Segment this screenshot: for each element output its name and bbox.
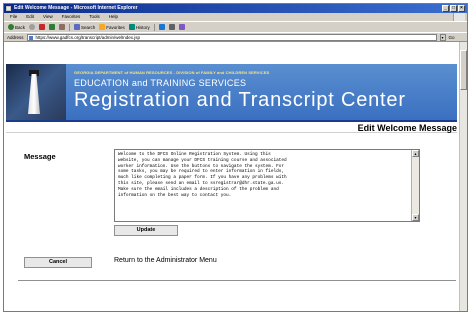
banner-subtitle: EDUCATION and TRAINING SERVICES [74, 78, 247, 88]
page-scrollbar[interactable] [459, 42, 467, 311]
mail-icon[interactable] [158, 24, 165, 30]
history-button[interactable]: History [128, 24, 150, 30]
menu-bar: File Edit View Favorites Tools Help [4, 13, 467, 21]
browser-window: Edit Welcome Message - Microsoft Interne… [3, 3, 468, 312]
page-title: Edit Welcome Message [357, 123, 457, 133]
cancel-button[interactable]: Cancel [24, 257, 92, 268]
menu-tools[interactable]: Tools [89, 13, 100, 21]
address-label: Address [7, 34, 24, 40]
section-header: Edit Welcome Message [6, 120, 457, 133]
title-bar: Edit Welcome Message - Microsoft Interne… [4, 4, 467, 13]
close-button[interactable]: × [458, 5, 465, 12]
favorites-icon [99, 24, 106, 30]
go-button[interactable]: Go [449, 35, 455, 40]
message-text[interactable]: Welcome to the DFCS Online Registration … [118, 152, 408, 198]
toolbar-separator [69, 23, 71, 31]
address-dropdown-button[interactable]: ▾ [439, 33, 446, 41]
home-icon[interactable] [59, 24, 66, 30]
windows-logo-icon [453, 13, 465, 21]
search-label: Search [81, 24, 96, 30]
toolbar-separator [153, 23, 155, 31]
back-arrow-icon [8, 24, 14, 30]
textarea-scrollbar[interactable]: ▴ ▾ [411, 150, 419, 221]
back-button[interactable]: Back [8, 24, 25, 30]
search-icon [74, 24, 81, 30]
favorites-label: Favorites [106, 24, 125, 30]
banner-title: Registration and Transcript Center [74, 89, 406, 111]
forward-button[interactable] [29, 24, 36, 30]
menu-edit[interactable]: Edit [26, 13, 34, 21]
history-label: History [135, 24, 150, 30]
menu-favorites[interactable]: Favorites [62, 13, 81, 21]
scroll-up-icon[interactable]: ▴ [412, 150, 419, 157]
window-title: Edit Welcome Message - Microsoft Interne… [14, 5, 138, 11]
page-content: GEORGIA DEPARTMENT of HUMAN RESOURCES - … [4, 42, 459, 311]
message-label: Message [24, 152, 56, 161]
divider [18, 280, 456, 281]
menu-file[interactable]: File [10, 13, 17, 21]
minimize-button[interactable]: _ [442, 5, 449, 12]
address-bar: Address https://www.gadfcs.org/transcrip… [4, 32, 467, 42]
toolbar: Back Search Favorites History [4, 21, 467, 32]
back-label: Back [15, 24, 26, 30]
lighthouse-tower [28, 74, 40, 114]
page-icon [28, 35, 33, 40]
address-url: https://www.gadfcs.org/transcript/admin/… [35, 34, 141, 40]
print-icon[interactable] [168, 24, 175, 30]
lighthouse-photo [6, 64, 66, 120]
scroll-down-icon[interactable]: ▾ [412, 214, 419, 221]
update-button[interactable]: Update [114, 225, 178, 236]
favorites-button[interactable]: Favorites [99, 24, 125, 30]
maximize-button[interactable]: □ [450, 5, 457, 12]
history-icon [128, 24, 135, 30]
menu-view[interactable]: View [43, 13, 53, 21]
site-banner: GEORGIA DEPARTMENT of HUMAN RESOURCES - … [6, 64, 457, 120]
menu-help[interactable]: Help [109, 13, 118, 21]
department-name: GEORGIA DEPARTMENT of HUMAN RESOURCES - … [74, 70, 270, 75]
stop-icon[interactable] [39, 24, 46, 30]
message-textarea[interactable]: Welcome to the DFCS Online Registration … [114, 149, 420, 222]
ie-icon [6, 6, 11, 11]
search-button[interactable]: Search [74, 24, 95, 30]
forward-arrow-icon [29, 24, 36, 30]
address-input[interactable]: https://www.gadfcs.org/transcript/admin/… [26, 33, 437, 41]
refresh-icon[interactable] [49, 24, 56, 30]
return-to-admin-menu-text: Return to the Administrator Menu [114, 257, 217, 264]
edit-icon[interactable] [178, 24, 185, 30]
scrollbar-thumb[interactable] [460, 50, 467, 90]
